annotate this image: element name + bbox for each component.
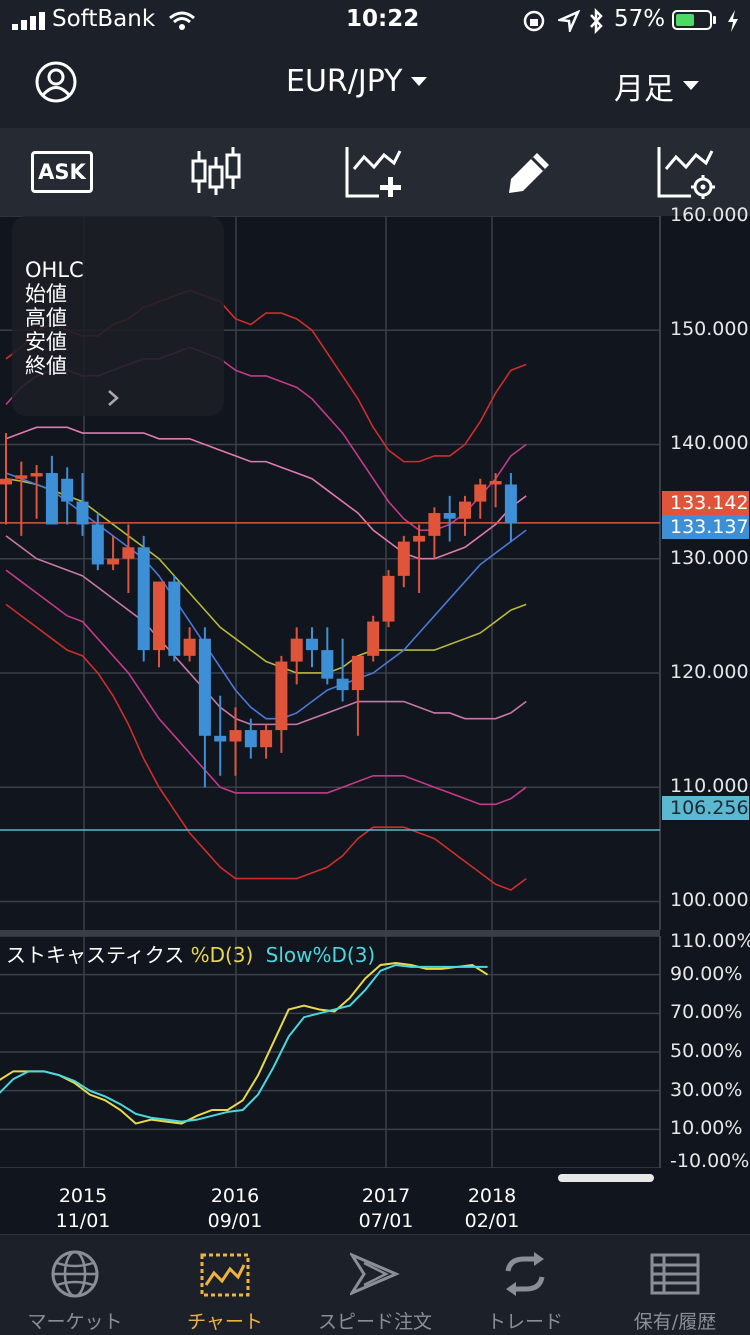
tab-market[interactable]: マーケット (0, 1235, 150, 1335)
tab-bar: マーケット チャート スピード注文 トレード 保有/履歴 (0, 1234, 750, 1335)
globe-icon (51, 1250, 99, 1298)
stochastic-axis: 110.00% 90.00% 70.00% 50.00% 30.00% 10.00% -10… (0, 930, 750, 1172)
charging-icon (728, 10, 738, 32)
rotation-lock-icon (523, 10, 545, 32)
currency-pair: EUR/JPY (286, 64, 403, 99)
y-tick-label: 100.000 (670, 889, 749, 912)
chart-toolbar: ASK (0, 128, 750, 216)
exchange-icon (505, 1252, 545, 1296)
candlestick-icon (191, 147, 241, 195)
add-indicator-icon (345, 147, 402, 198)
ask-price-tag: 133.142 (662, 491, 749, 515)
carrier-name: SoftBank (52, 6, 156, 32)
ask-bid-toggle-button[interactable]: ASK (12, 128, 112, 216)
y-tick-label: 130.000 (670, 546, 749, 569)
clock: 10:22 (346, 6, 420, 32)
y-tick-label: 10.00% (670, 1117, 743, 1140)
x-axis-label: 2016 09/01 (207, 1185, 263, 1232)
tab-speed-order[interactable]: スピード注文 (300, 1235, 450, 1335)
x-axis-label: 2018 02/01 (464, 1185, 520, 1232)
currency-pair-selector[interactable]: EUR/JPY (286, 64, 428, 99)
tab-market-label: マーケット (27, 1311, 123, 1333)
bid-price-tag: 133.137 (662, 515, 749, 539)
ohlc-high-label: 高値 (25, 306, 67, 330)
y-tick-label: 110.000 (670, 775, 749, 798)
stochastic-legend: ストキャスティクス %D(3) Slow%D(3) (6, 939, 375, 968)
battery-percent: 57% (614, 6, 666, 32)
y-tick-label: 90.00% (670, 962, 743, 985)
tab-speed-order-label: スピード注文 (317, 1311, 432, 1333)
y-tick-label: 160.000 (670, 204, 749, 226)
nav-bar: EUR/JPY 月足 (0, 42, 750, 128)
y-tick-label: 70.00% (670, 1001, 743, 1024)
chart-type-button[interactable] (166, 128, 266, 216)
tab-trade-label: トレード (486, 1311, 563, 1333)
time-axis: 2015 11/01 2016 09/01 2017 07/01 2018 02/01 (0, 1168, 750, 1234)
wifi-icon (169, 11, 195, 30)
stochastic-legend-d: %D(3) (190, 943, 254, 967)
indicator-settings-button[interactable] (636, 128, 736, 216)
location-icon (558, 10, 580, 32)
status-bar: SoftBank 10:22 57% (0, 0, 750, 42)
ohlc-low-label: 安値 (25, 330, 67, 354)
battery-icon (672, 10, 712, 30)
tab-chart-label: チャート (187, 1311, 263, 1333)
list-icon (650, 1253, 700, 1295)
add-indicator-button[interactable] (324, 128, 424, 216)
horizontal-line-price-tag: 106.256 (662, 796, 749, 820)
y-tick-label: 150.000 (670, 318, 749, 341)
y-tick-label: 140.000 (670, 432, 749, 455)
ohlc-open-label: 始値 (25, 282, 67, 306)
tab-positions-history[interactable]: 保有/履歴 (600, 1235, 750, 1335)
ohlc-panel[interactable]: OHLC 始値 高値 安値 終値 (12, 216, 224, 416)
drawing-tool-button[interactable] (480, 128, 580, 216)
signal-icon (12, 12, 45, 30)
ohlc-title: OHLC (25, 258, 84, 282)
ohlc-close-label: 終値 (25, 354, 67, 378)
x-axis-label: 2017 07/01 (358, 1185, 414, 1232)
chevron-down-icon (411, 76, 428, 86)
tab-chart[interactable]: チャート (150, 1235, 300, 1335)
bluetooth-icon (590, 8, 603, 34)
chart-icon (200, 1253, 250, 1297)
y-tick-label: 120.000 (670, 660, 749, 683)
stochastic-legend-name: ストキャスティクス (6, 943, 185, 967)
period-selector[interactable]: 月足 (614, 64, 700, 108)
account-icon[interactable] (34, 60, 78, 104)
chevron-down-icon (683, 81, 699, 90)
speed-arrow-icon (350, 1252, 400, 1296)
pencil-icon (509, 153, 549, 193)
ask-label: ASK (31, 151, 93, 193)
stochastic-legend-slow: Slow%D(3) (265, 943, 376, 967)
y-tick-label: 30.00% (670, 1078, 743, 1101)
tab-trade[interactable]: トレード (450, 1235, 600, 1335)
horizontal-scrollbar[interactable] (558, 1174, 654, 1182)
y-tick-label: 50.00% (670, 1040, 743, 1062)
chevron-right-icon[interactable] (106, 388, 120, 408)
period-label: 月足 (614, 72, 674, 107)
chart-settings-icon (657, 147, 715, 199)
x-axis-label: 2015 11/01 (55, 1185, 111, 1232)
y-tick-label: 110.00% (670, 930, 750, 952)
tab-positions-history-label: 保有/履歴 (633, 1311, 717, 1333)
